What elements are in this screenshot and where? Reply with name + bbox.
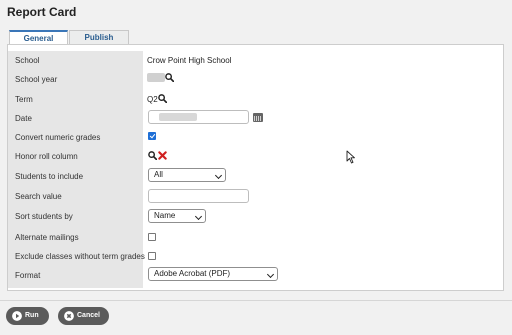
term-value: Q2: [147, 95, 158, 104]
x-circle-icon: [64, 311, 74, 321]
sort-students-select[interactable]: Name: [148, 209, 206, 223]
tab-general[interactable]: General: [9, 30, 68, 44]
students-to-include-select[interactable]: All: [148, 168, 226, 182]
school-value: Crow Point High School: [147, 56, 232, 65]
footer-divider: [0, 300, 512, 301]
school-year-label: School year: [15, 75, 58, 84]
page-title: Report Card: [7, 5, 77, 19]
sort-students-label: Sort students by: [15, 212, 73, 221]
school-label: School: [15, 56, 40, 65]
honor-roll-search-icon[interactable]: [148, 151, 157, 160]
tab-publish[interactable]: Publish: [69, 30, 129, 44]
term-label: Term: [15, 95, 33, 104]
exclude-classes-label: Exclude classes without term grades: [15, 252, 145, 261]
term-search-icon[interactable]: [158, 94, 167, 103]
alternate-mailings-label: Alternate mailings: [15, 233, 79, 242]
cancel-button-label: Cancel: [77, 312, 100, 319]
school-year-search-icon[interactable]: [165, 73, 174, 82]
mouse-cursor-icon: [346, 150, 355, 164]
search-value-label: Search value: [15, 192, 62, 201]
date-input[interactable]: [148, 110, 249, 124]
format-value: Adobe Acrobat (PDF): [154, 269, 231, 278]
format-label: Format: [15, 271, 41, 280]
sort-students-value: Name: [154, 211, 176, 220]
school-year-value-redacted: [147, 73, 165, 82]
students-to-include-value: All: [154, 170, 163, 179]
convert-numeric-checkbox[interactable]: [148, 132, 156, 140]
chevron-down-icon: [194, 212, 203, 221]
search-value-input[interactable]: [148, 189, 249, 203]
format-select[interactable]: Adobe Acrobat (PDF): [148, 267, 278, 281]
honor-roll-clear-icon[interactable]: [158, 151, 167, 160]
run-button-label: Run: [25, 312, 39, 319]
convert-numeric-label: Convert numeric grades: [15, 133, 101, 142]
date-label: Date: [15, 114, 32, 123]
chevron-down-icon: [214, 171, 223, 180]
students-to-include-label: Students to include: [15, 172, 84, 181]
chevron-down-icon: [266, 270, 275, 279]
run-button[interactable]: Run: [6, 307, 49, 325]
exclude-classes-checkbox[interactable]: [148, 252, 156, 260]
alternate-mailings-checkbox[interactable]: [148, 233, 156, 241]
honor-roll-label: Honor roll column: [15, 152, 78, 161]
play-circle-icon: [12, 311, 22, 321]
calendar-icon[interactable]: [253, 113, 263, 122]
date-value-redacted: [159, 113, 197, 121]
cancel-button[interactable]: Cancel: [58, 307, 109, 325]
